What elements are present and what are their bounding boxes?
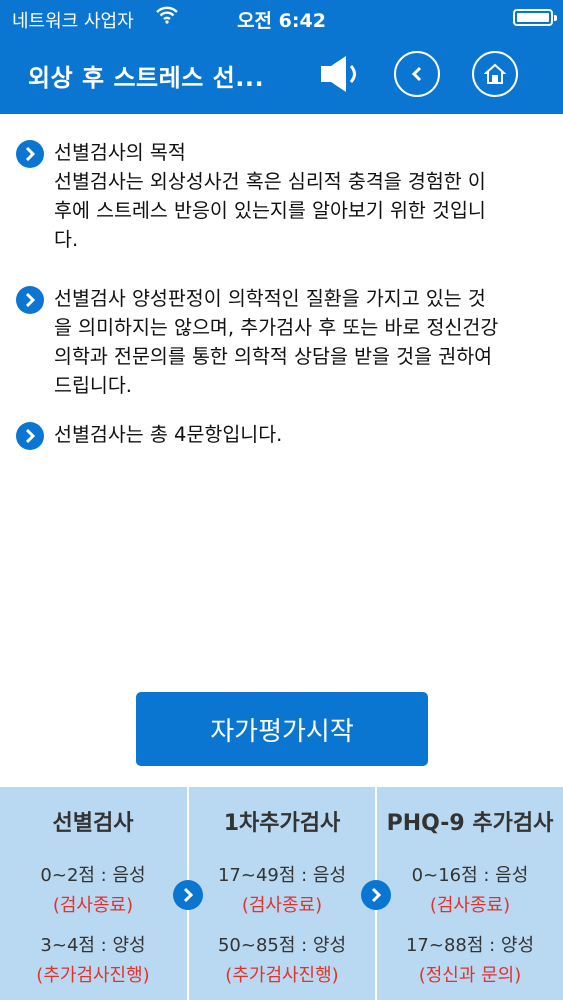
positive-range: 50~85점 : 양성 bbox=[217, 935, 347, 956]
positive-result: (정신과 문의) bbox=[418, 965, 522, 986]
status-bar: 네트워크 사업자 오전 6:42 bbox=[0, 0, 563, 36]
page-title: 외상 후 스트레스 선... bbox=[28, 64, 265, 92]
negative-range: 0~2점 : 음성 bbox=[40, 865, 146, 886]
chevron-right-icon bbox=[16, 286, 44, 314]
column-title: PHQ-9 추가검사 bbox=[386, 811, 554, 836]
negative-result: (검사종료) bbox=[241, 895, 323, 916]
list-item: 선별검사는 총 4문항입니다. bbox=[16, 420, 546, 450]
score-info-panel: 선별검사 0~2점 : 음성 (검사종료) 3~4점 : 양성 (추가검사진행)… bbox=[0, 787, 563, 1000]
list-item: 선별검사의 목적 선별검사는 외상성사건 혹은 심리적 충격을 경험한 이 후에… bbox=[16, 138, 546, 254]
home-button[interactable] bbox=[472, 51, 518, 97]
list-item: 선별검사 양성판정이 의학적인 질환을 가지고 있는 것 을 의미하지는 않으며… bbox=[16, 284, 546, 400]
chevron-right-icon bbox=[173, 880, 203, 910]
positive-range: 3~4점 : 양성 bbox=[40, 935, 146, 956]
battery-icon bbox=[513, 9, 557, 26]
back-button[interactable] bbox=[394, 51, 440, 97]
screening-column: 선별검사 0~2점 : 음성 (검사종료) 3~4점 : 양성 (추가검사진행) bbox=[0, 787, 186, 1000]
item-text: 선별검사의 목적 선별검사는 외상성사건 혹은 심리적 충격을 경험한 이 후에… bbox=[54, 141, 486, 251]
speaker-icon[interactable] bbox=[318, 54, 364, 94]
home-icon bbox=[484, 63, 506, 84]
clock: 오전 6:42 bbox=[237, 10, 326, 32]
first-additional-column: 1차추가검사 17~49점 : 음성 (검사종료) 50~85점 : 양성 (추… bbox=[189, 787, 375, 1000]
item-text: 선별검사는 총 4문항입니다. bbox=[54, 423, 283, 446]
item-text: 선별검사 양성판정이 의학적인 질환을 가지고 있는 것 을 의미하지는 않으며… bbox=[54, 287, 499, 397]
column-title: 선별검사 bbox=[52, 811, 134, 836]
phq9-column: PHQ-9 추가검사 0~16점 : 음성 (검사종료) 17~88점 : 양성… bbox=[377, 787, 563, 1000]
negative-result: (검사종료) bbox=[429, 895, 511, 916]
chevron-right-icon bbox=[16, 140, 44, 168]
chevron-left-icon bbox=[411, 66, 422, 82]
positive-result: (추가검사진행) bbox=[36, 965, 150, 986]
positive-result: (추가검사진행) bbox=[225, 965, 339, 986]
negative-range: 17~49점 : 음성 bbox=[217, 865, 347, 886]
chevron-right-icon bbox=[16, 422, 44, 450]
column-title: 1차추가검사 bbox=[223, 811, 341, 836]
positive-range: 17~88점 : 양성 bbox=[405, 935, 535, 956]
chevron-right-icon bbox=[361, 880, 391, 910]
negative-range: 0~16점 : 음성 bbox=[411, 865, 529, 886]
start-self-assessment-button[interactable]: 자가평가시작 bbox=[136, 692, 428, 766]
negative-result: (검사종료) bbox=[52, 895, 134, 916]
nav-bar: 외상 후 스트레스 선... bbox=[0, 36, 563, 114]
